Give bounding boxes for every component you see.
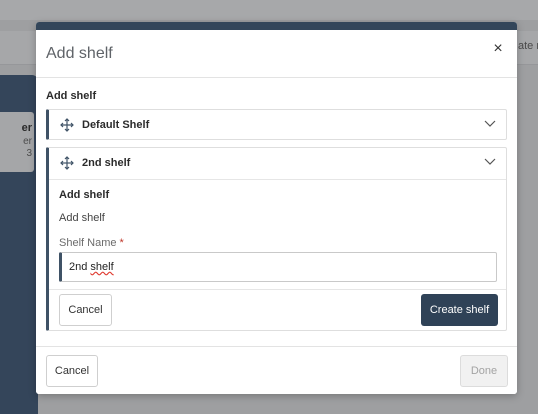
drag-handle-icon[interactable] xyxy=(60,118,74,132)
chevron-down-icon[interactable] xyxy=(484,158,496,166)
shelf-name-value-prefix: 2nd xyxy=(69,261,91,273)
shelf-form: Add shelf Add shelf Shelf Name * 2nd she… xyxy=(49,179,506,289)
drag-handle-icon[interactable] xyxy=(60,156,74,170)
close-icon[interactable]: × xyxy=(489,40,507,58)
done-button[interactable]: Done xyxy=(460,355,508,387)
modal-top-strip xyxy=(36,22,517,30)
cancel-button[interactable]: Cancel xyxy=(59,294,112,326)
shelf-name-input[interactable]: 2nd shelf xyxy=(59,252,497,282)
modal-footer: Cancel Done xyxy=(36,346,517,394)
shelf-name-value-spellcheck: shelf xyxy=(90,261,114,273)
shelf-label: Default Shelf xyxy=(82,119,150,131)
background-side-text: ate n xyxy=(518,40,538,52)
modal-body: Add shelf Default Shelf 2nd shelf Add sh… xyxy=(36,79,517,368)
create-shelf-button[interactable]: Create shelf xyxy=(421,294,498,326)
shelf-accordion-default[interactable]: Default Shelf xyxy=(46,109,507,140)
shelf-name-label: Shelf Name * xyxy=(59,237,124,249)
footer-cancel-button[interactable]: Cancel xyxy=(46,355,98,387)
shelf-name-value[interactable]: 2nd shelf xyxy=(69,261,114,273)
background-card-line2: er xyxy=(23,136,32,147)
form-subtitle: Add shelf xyxy=(59,212,105,224)
form-title: Add shelf xyxy=(59,189,110,201)
chevron-down-icon[interactable] xyxy=(484,120,496,128)
shelf-label: 2nd shelf xyxy=(82,157,131,169)
section-title: Add shelf xyxy=(46,90,97,102)
modal-header: Add shelf × xyxy=(36,30,517,78)
shelf-name-label-text: Shelf Name xyxy=(59,237,117,249)
modal-title: Add shelf xyxy=(46,45,113,62)
shelf-accordion-header[interactable]: 2nd shelf xyxy=(49,148,506,179)
required-mark: * xyxy=(119,237,124,249)
shelf-accordion-2nd[interactable]: 2nd shelf Add shelf Add shelf Shelf Name… xyxy=(46,147,507,331)
shelf-form-actions: Cancel Create shelf xyxy=(49,289,506,330)
shelf-accordion-header[interactable]: Default Shelf xyxy=(49,110,506,141)
background-card-line3: 3 xyxy=(26,148,32,159)
background-card: er er 3 xyxy=(0,112,34,172)
background-card-line1: er xyxy=(21,122,32,134)
background-topbar xyxy=(0,0,538,20)
add-shelf-modal: Add shelf × Add shelf Default Shelf 2nd … xyxy=(36,22,517,394)
